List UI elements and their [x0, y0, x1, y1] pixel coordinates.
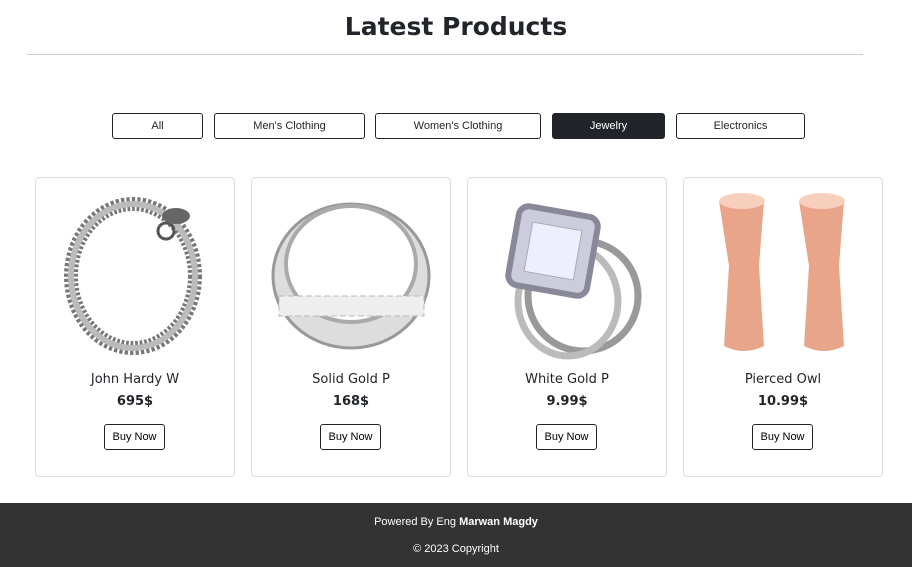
- product-image-bracelet: [64, 197, 202, 355]
- product-card: Solid Gold P 168$ Buy Now: [251, 177, 451, 477]
- buy-now-button[interactable]: Buy Now: [536, 424, 597, 450]
- product-price: 168$: [332, 394, 370, 409]
- product-price: 695$: [116, 394, 154, 409]
- product-name: Pierced Owl: [744, 372, 822, 387]
- product-image-ring: [271, 202, 431, 350]
- divider: [27, 54, 863, 55]
- filter-electronics[interactable]: Electronics: [676, 113, 805, 139]
- product-price: 9.99$: [546, 394, 588, 409]
- product-name: Solid Gold P: [312, 372, 390, 387]
- buy-now-button[interactable]: Buy Now: [320, 424, 381, 450]
- footer: Powered By Eng Marwan Magdy © 2023 Copyr…: [0, 503, 912, 567]
- product-image-plugs: [719, 193, 845, 351]
- buy-now-button[interactable]: Buy Now: [104, 424, 165, 450]
- product-card: John Hardy W 695$ Buy Now: [35, 177, 235, 477]
- powered-by-text: Powered By Eng: [374, 516, 456, 528]
- buy-now-button[interactable]: Buy Now: [752, 424, 813, 450]
- product-card: Pierced Owl 10.99$ Buy Now: [683, 177, 883, 477]
- filter-jewelry[interactable]: Jewelry: [552, 113, 665, 139]
- product-card: White Gold P 9.99$ Buy Now: [467, 177, 667, 477]
- product-name: White Gold P: [525, 372, 609, 387]
- filter-womens-clothing[interactable]: Women's Clothing: [375, 113, 541, 139]
- product-name: John Hardy W: [90, 372, 180, 387]
- filter-mens-clothing[interactable]: Men's Clothing: [214, 113, 365, 139]
- copyright-text: © 2023 Copyright: [413, 543, 499, 555]
- filter-all[interactable]: All: [112, 113, 203, 139]
- author-name: Marwan Magdy: [459, 516, 538, 528]
- page-title: Latest Products: [344, 12, 568, 41]
- product-price: 10.99$: [757, 394, 809, 409]
- product-image-diamond-ring: [505, 203, 642, 360]
